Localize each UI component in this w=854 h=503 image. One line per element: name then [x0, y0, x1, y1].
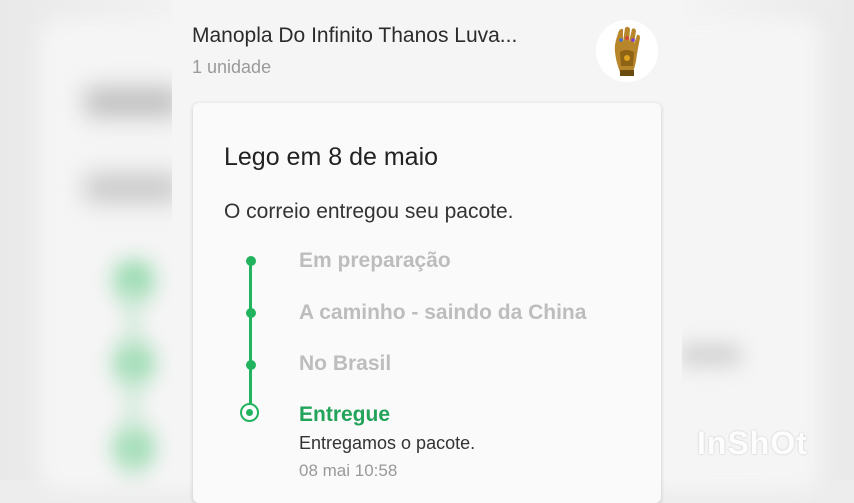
- timeline-dot: [246, 256, 256, 266]
- blurred-background-line: [128, 275, 138, 475]
- product-quantity: 1 unidade: [192, 57, 272, 77]
- timeline-dot: [246, 308, 256, 318]
- timeline-dot: [246, 360, 256, 370]
- order-detail-screen: Manopla Do Infinito Thanos Luva... 1 uni…: [172, 0, 682, 503]
- timeline-step: No Brasil: [299, 352, 392, 375]
- blurred-background-text: [85, 174, 180, 202]
- timeline-step: Em preparação: [299, 249, 451, 272]
- product-summary[interactable]: Manopla Do Infinito Thanos Luva... 1 uni…: [192, 0, 662, 92]
- watermark-logo: InShOt: [697, 425, 808, 461]
- delivery-card: Lego em 8 de maio O correio entregou seu…: [193, 103, 661, 503]
- timeline-step-timestamp: 08 mai 10:58: [299, 461, 398, 480]
- timeline-step-description: Entregamos o pacote.: [299, 433, 476, 453]
- timeline-step-current: Entregue: [299, 403, 391, 426]
- product-title: Manopla Do Infinito Thanos Luva...: [192, 24, 518, 47]
- gauntlet-image-icon: [596, 20, 658, 82]
- product-thumbnail[interactable]: [596, 20, 658, 82]
- timeline-current-dot: [240, 403, 259, 422]
- delivery-status-text: O correio entregou seu pacote.: [224, 200, 514, 223]
- timeline-line: [249, 260, 252, 412]
- blurred-background-text: [680, 345, 740, 365]
- delivery-title: Lego em 8 de maio: [224, 143, 439, 171]
- timeline-step: A caminho - saindo da China: [299, 301, 587, 324]
- blurred-background-text: [85, 88, 180, 116]
